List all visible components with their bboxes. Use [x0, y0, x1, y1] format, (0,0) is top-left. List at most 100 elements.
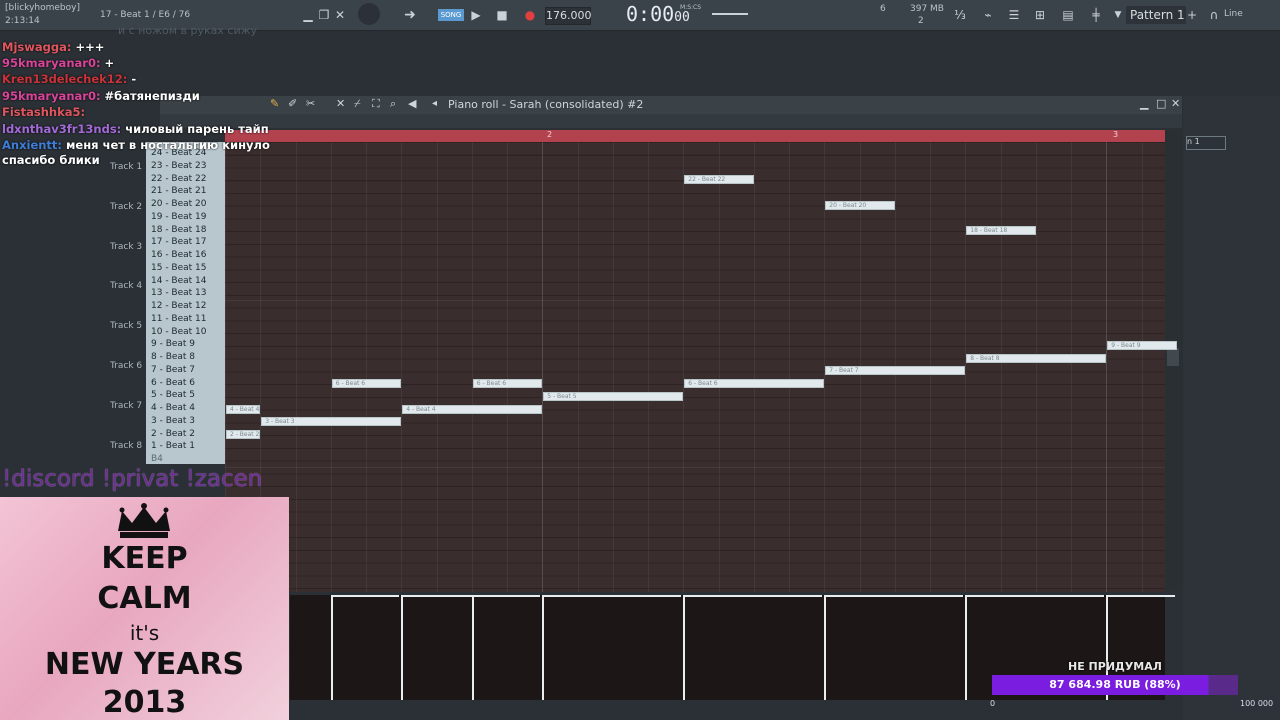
key-label[interactable]: 22 - Beat 22	[151, 174, 207, 184]
song-mode-toggle[interactable]: SONG	[438, 9, 464, 21]
zoom-icon[interactable]: ⌕	[390, 97, 396, 111]
piano-roll-icon[interactable]: ⊞	[1030, 5, 1050, 25]
track-label: Track 6	[110, 361, 143, 371]
key-label[interactable]: 13 - Beat 13	[151, 288, 207, 298]
key-label[interactable]: 12 - Beat 12	[151, 301, 207, 311]
key-label[interactable]: 17 - Beat 17	[151, 237, 207, 247]
close-icon[interactable]: ✕	[330, 5, 350, 25]
playlist-track-labels: Track 1 Track 2 Track 3 Track 4 Track 5 Track…	[80, 150, 146, 460]
note[interactable]: 8 - Beat 8	[966, 353, 1107, 363]
pattern-dropdown-icon[interactable]: ▼	[1108, 5, 1128, 25]
play-icon[interactable]: ▶	[466, 5, 486, 25]
select-icon[interactable]: ⛶	[372, 97, 380, 111]
magnet-icon[interactable]: ∩	[1204, 5, 1224, 25]
note[interactable]: 4 - Beat 4	[402, 404, 543, 414]
note[interactable]: 22 - Beat 22	[684, 175, 754, 184]
note[interactable]: 4 - Beat 4	[226, 404, 261, 414]
key-label[interactable]: 10 - Beat 10	[151, 327, 207, 337]
online-icon[interactable]: ⌁	[978, 5, 998, 25]
grid-line	[436, 142, 438, 592]
chat-text: меня чет в ностальгию кинуло	[66, 138, 270, 152]
note[interactable]: 2 - Beat 2	[226, 430, 261, 439]
velocity-cap	[542, 595, 682, 597]
key-label[interactable]: 23 - Beat 23	[151, 161, 207, 171]
grid-line	[965, 142, 967, 592]
velocity-bar[interactable]	[330, 597, 333, 700]
tempo-tapper-icon[interactable]: ⅓	[950, 5, 970, 25]
pattern-mini-field[interactable]: n 1	[1186, 136, 1226, 150]
delete-icon[interactable]: ✂	[306, 97, 315, 110]
key-label[interactable]: 19 - Beat 19	[151, 212, 207, 222]
chat-message: 95kmaryanar0: +	[2, 56, 114, 70]
key-label[interactable]: 15 - Beat 15	[151, 263, 207, 273]
note[interactable]: 6 - Beat 6	[331, 379, 402, 388]
key-label[interactable]: 11 - Beat 11	[151, 314, 207, 324]
key-label[interactable]: 7 - Beat 7	[151, 365, 195, 375]
velocity-bar[interactable]	[965, 597, 968, 700]
key-label[interactable]: 2 - Beat 2	[151, 429, 195, 439]
key-label[interactable]: 1 - Beat 1	[151, 441, 195, 451]
note[interactable]: 9 - Beat 9	[1107, 340, 1177, 350]
note-grid[interactable]: 2 - Beat 2 4 - Beat 43 - Beat 3 6 - Beat 6…	[225, 142, 1177, 592]
slice-icon[interactable]: ⌿	[354, 97, 361, 111]
key-label[interactable]: 6 - Beat 6	[151, 378, 195, 388]
vertical-scrollbar[interactable]	[1165, 130, 1183, 590]
mute-icon[interactable]: ✕	[336, 97, 345, 110]
minimize-icon[interactable]: ▁	[1140, 97, 1148, 110]
stop-icon[interactable]: ■	[492, 5, 512, 25]
playback-icon[interactable]: ◀	[408, 97, 416, 110]
snap-selector[interactable]: Line	[1224, 9, 1243, 19]
velocity-cap	[965, 595, 1034, 597]
channel-rack-icon[interactable]: ▤	[1058, 5, 1078, 25]
grid-line	[718, 142, 720, 592]
close-icon[interactable]: ✕	[1171, 97, 1180, 110]
playlist-icon[interactable]: ☰	[1004, 5, 1024, 25]
time-format-label: M:S:CS	[680, 4, 702, 11]
master-volume-knob[interactable]	[358, 3, 380, 25]
velocity-bar[interactable]	[542, 597, 545, 700]
velocity-bar[interactable]	[824, 597, 827, 700]
key-label[interactable]: 4 - Beat 4	[151, 403, 195, 413]
timeline-ruler[interactable]: 23	[225, 130, 1165, 142]
velocity-cap	[330, 595, 400, 597]
key-label[interactable]: 8 - Beat 8	[151, 352, 195, 362]
key-label[interactable]: 20 - Beat 20	[151, 199, 207, 209]
maximize-icon[interactable]: □	[1156, 97, 1166, 110]
note[interactable]: 5 - Beat 5	[543, 391, 684, 401]
pattern-selector[interactable]: Pattern 1	[1126, 6, 1186, 24]
chat-message: Kren13delechek12: -	[2, 72, 136, 86]
chat-text: чиловый парень тайп	[125, 122, 269, 136]
speaker-icon[interactable]: ◂	[432, 98, 437, 109]
pencil-icon[interactable]: ✎	[270, 97, 279, 110]
velocity-bar[interactable]	[683, 597, 686, 700]
velocity-bar[interactable]	[471, 597, 474, 700]
grid-line	[366, 142, 367, 592]
note[interactable]: 3 - Beat 3	[261, 417, 402, 427]
tempo-display[interactable]: 176.000	[545, 7, 592, 25]
key-label[interactable]: 14 - Beat 14	[151, 276, 207, 286]
key-label[interactable]: 9 - Beat 9	[151, 339, 195, 349]
note[interactable]: 18 - Beat 18	[966, 226, 1036, 235]
velocity-bar[interactable]	[401, 597, 404, 700]
note[interactable]: 6 - Beat 6	[684, 379, 825, 388]
grid-line	[471, 142, 473, 592]
key-label[interactable]: 5 - Beat 5	[151, 390, 195, 400]
master-pitch-slider[interactable]	[712, 13, 748, 15]
note[interactable]: 6 - Beat 6	[472, 379, 543, 388]
note[interactable]: 20 - Beat 20	[825, 200, 895, 210]
record-icon[interactable]: ●	[520, 5, 540, 25]
key-label-octave: B4	[151, 454, 163, 464]
scrollbar-thumb[interactable]	[1167, 348, 1179, 366]
note[interactable]: 7 - Beat 7	[825, 366, 966, 376]
key-label[interactable]: 18 - Beat 18	[151, 225, 207, 235]
add-pattern-icon[interactable]: +	[1182, 5, 1202, 25]
chat-username: Mjswagga:	[2, 40, 72, 54]
donation-goal-min: 0	[990, 699, 996, 708]
paint-icon[interactable]: ✐	[288, 97, 297, 110]
track-label: Track 3	[110, 241, 143, 252]
key-label[interactable]: 16 - Beat 16	[151, 250, 207, 260]
key-label[interactable]: 3 - Beat 3	[151, 416, 195, 426]
key-label[interactable]: 21 - Beat 21	[151, 186, 207, 196]
arrow-right-icon[interactable]: ➜	[400, 5, 420, 25]
mixer-icon[interactable]: ╪	[1086, 5, 1106, 25]
